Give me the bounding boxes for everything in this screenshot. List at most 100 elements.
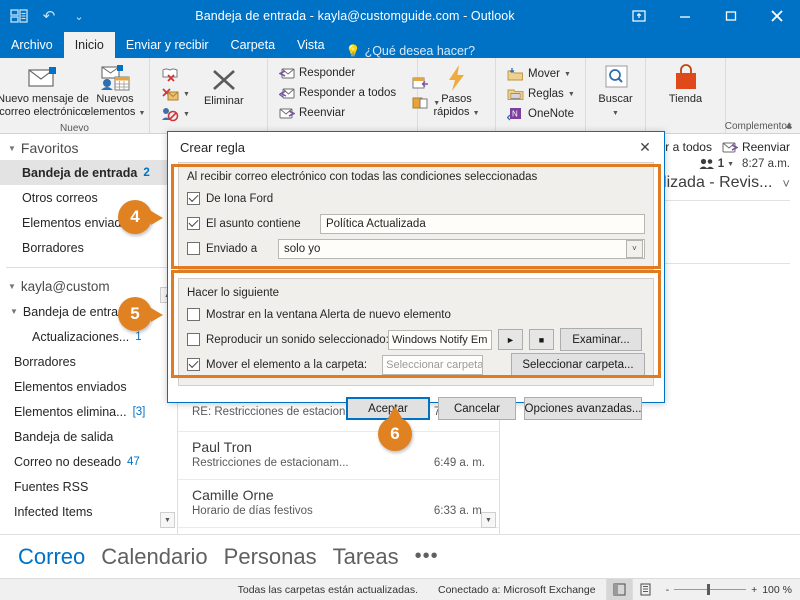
chevron-down-icon[interactable]: ˅: [626, 239, 643, 258]
forward-button[interactable]: Reenviar: [722, 140, 790, 154]
close-button[interactable]: [754, 0, 800, 32]
message-list-row[interactable]: Paul Tron Restricciones de estacionam...…: [178, 432, 499, 480]
sidebar-item-infected-items[interactable]: Infected Items: [0, 499, 177, 524]
condition-row-enviado-a: Enviado a solo yo ˅: [187, 236, 645, 261]
folder-label: Otros correos: [22, 190, 98, 205]
tab-inicio[interactable]: Inicio: [63, 32, 115, 58]
stop-icon[interactable]: ■: [529, 329, 554, 350]
reply-all-label[interactable]: r a todos: [665, 140, 712, 154]
ignore-icon: [162, 68, 178, 82]
quick-access-toolbar: ↶ ⌄: [4, 0, 94, 32]
favorites-header[interactable]: ▼ Favoritos: [0, 134, 177, 160]
play-icon[interactable]: ►: [498, 329, 523, 350]
find-label: Buscar ▼: [598, 93, 633, 117]
message-list-row[interactable]: Camille Orne Horario de días festivos 6:…: [178, 480, 499, 528]
chevron-down-icon: ▼: [727, 160, 735, 168]
browse-sound-button[interactable]: Examinar...: [560, 328, 642, 351]
store-label: Tienda: [668, 93, 703, 105]
chevron-up-icon[interactable]: ▲: [784, 120, 794, 131]
chevron-down-icon[interactable]: ˅: [782, 176, 790, 191]
clean-up-icon: [162, 87, 179, 100]
dialog-title: Crear regla: [180, 139, 246, 155]
maximize-button[interactable]: [708, 0, 754, 32]
find-magnifier-icon: [600, 63, 632, 93]
tab-carpeta[interactable]: Carpeta: [220, 32, 286, 58]
nav-tareas[interactable]: Tareas: [333, 544, 399, 570]
zoom-in-button[interactable]: +: [751, 584, 757, 596]
nav-scroll-down-button[interactable]: ▼: [160, 512, 175, 528]
condition-asunto-label: El asunto contiene: [206, 217, 301, 230]
condition-asunto-checkbox[interactable]: [187, 217, 200, 230]
zoom-out-button[interactable]: -: [666, 584, 670, 596]
message-sender: Paul Tron: [192, 439, 252, 455]
customize-qat-icon[interactable]: ⌄: [64, 0, 94, 32]
delete-button[interactable]: Eliminar: [198, 63, 250, 110]
move-button[interactable]: Mover ▼: [503, 64, 579, 84]
cancel-button[interactable]: Cancelar: [438, 397, 516, 420]
sidebar-item-correo-no-deseado[interactable]: Correo no deseado 47: [0, 449, 177, 474]
callout-5: 5: [118, 297, 163, 331]
tab-vista[interactable]: Vista: [286, 32, 336, 58]
ribbon-display-options-button[interactable]: [616, 0, 662, 32]
message-list-scroll-down-button[interactable]: ▼: [481, 512, 496, 528]
folder-label: Actualizaciones...: [32, 329, 130, 344]
nav-correo[interactable]: Correo: [18, 544, 85, 570]
rules-button[interactable]: Reglas ▼: [503, 84, 579, 104]
tell-me-box[interactable]: 💡 ¿Qué desea hacer?: [336, 44, 475, 58]
message-subject: Horario de días festivos: [192, 505, 313, 517]
sidebar-item-elementos-eliminados[interactable]: Elementos elimina... [3]: [0, 399, 177, 424]
sidebar-item-bandeja-de-salida[interactable]: Bandeja de salida: [0, 424, 177, 449]
sidebar-item-borradores-fav[interactable]: Borradores: [0, 235, 177, 260]
close-icon[interactable]: ✕: [632, 135, 658, 159]
forward-button[interactable]: Reenviar: [275, 103, 400, 123]
nav-calendario[interactable]: Calendario: [101, 544, 207, 570]
zoom-slider[interactable]: [674, 584, 747, 595]
onenote-icon: N: [507, 108, 521, 121]
sidebar-item-account-root[interactable]: ▼ kayla@custom: [0, 274, 177, 299]
folder-count: 47: [127, 455, 140, 468]
onenote-button[interactable]: N OneNote: [503, 104, 579, 124]
sidebar-item-borradores[interactable]: Borradores: [0, 349, 177, 374]
show-alert-checkbox[interactable]: [187, 308, 200, 321]
select-folder-button[interactable]: Seleccionar carpeta...: [510, 353, 645, 376]
quick-steps-button[interactable]: Pasos rápidos ▼: [425, 61, 489, 122]
ribbon-group-nuevo: Nuevo mensaje de correo electrónico Nuev…: [0, 58, 150, 134]
normal-view-icon[interactable]: [631, 579, 658, 600]
reply-button[interactable]: Responder: [275, 63, 400, 83]
sound-file-input[interactable]: Windows Notify Em: [388, 329, 492, 350]
store-button[interactable]: Tienda: [658, 61, 714, 108]
sidebar-item-elementos-enviados[interactable]: Elementos enviados: [0, 374, 177, 399]
play-sound-checkbox[interactable]: [187, 333, 200, 346]
reply-all-button[interactable]: Responder a todos: [275, 83, 400, 103]
minimize-button[interactable]: [662, 0, 708, 32]
clean-up-button[interactable]: ▼: [157, 84, 194, 104]
undo-icon[interactable]: ↶: [34, 0, 64, 32]
conditions-legend: Al recibir correo electrónico con todas …: [187, 171, 543, 183]
tab-archivo[interactable]: Archivo: [0, 32, 64, 58]
folder-nav-pane: ▼ Favoritos Bandeja de entrada 2 Otros c…: [0, 134, 178, 534]
sidebar-item-bandeja-de-entrada-fav[interactable]: Bandeja de entrada 2: [0, 160, 177, 185]
find-button[interactable]: Buscar ▼: [592, 61, 640, 122]
collapse-triangle-icon: ▼: [8, 282, 16, 291]
nav-personas[interactable]: Personas: [224, 544, 317, 570]
new-email-button[interactable]: Nuevo mensaje de correo electrónico: [0, 61, 89, 120]
advanced-options-button[interactable]: Opciones avanzadas...: [524, 397, 642, 420]
recipients-group[interactable]: 1 ▼: [699, 158, 734, 170]
sidebar-item-fuentes-rss[interactable]: Fuentes RSS: [0, 474, 177, 499]
condition-enviado-a-checkbox[interactable]: [187, 242, 200, 255]
callout-number: 6: [378, 417, 412, 451]
condition-de-checkbox[interactable]: [187, 192, 200, 205]
sent-to-combobox[interactable]: solo yo ˅: [278, 238, 645, 259]
junk-button[interactable]: ▼: [157, 104, 194, 124]
new-items-button[interactable]: Nuevos elementos ▼: [83, 61, 147, 122]
zoom-slider-thumb[interactable]: [707, 584, 711, 595]
nav-more-icon[interactable]: •••: [415, 545, 439, 568]
subject-contains-input[interactable]: Política Actualizada: [320, 213, 645, 234]
move-to-folder-checkbox[interactable]: [187, 358, 200, 371]
condition-row-de: De Iona Ford: [187, 186, 645, 211]
ignore-button[interactable]: [157, 64, 194, 84]
tab-enviar-y-recibir[interactable]: Enviar y recibir: [115, 32, 220, 58]
delete-x-icon: [209, 65, 239, 95]
reading-view-icon[interactable]: [605, 579, 632, 600]
action-row-mover: Mover el elemento a la carpeta: Seleccio…: [187, 352, 645, 377]
